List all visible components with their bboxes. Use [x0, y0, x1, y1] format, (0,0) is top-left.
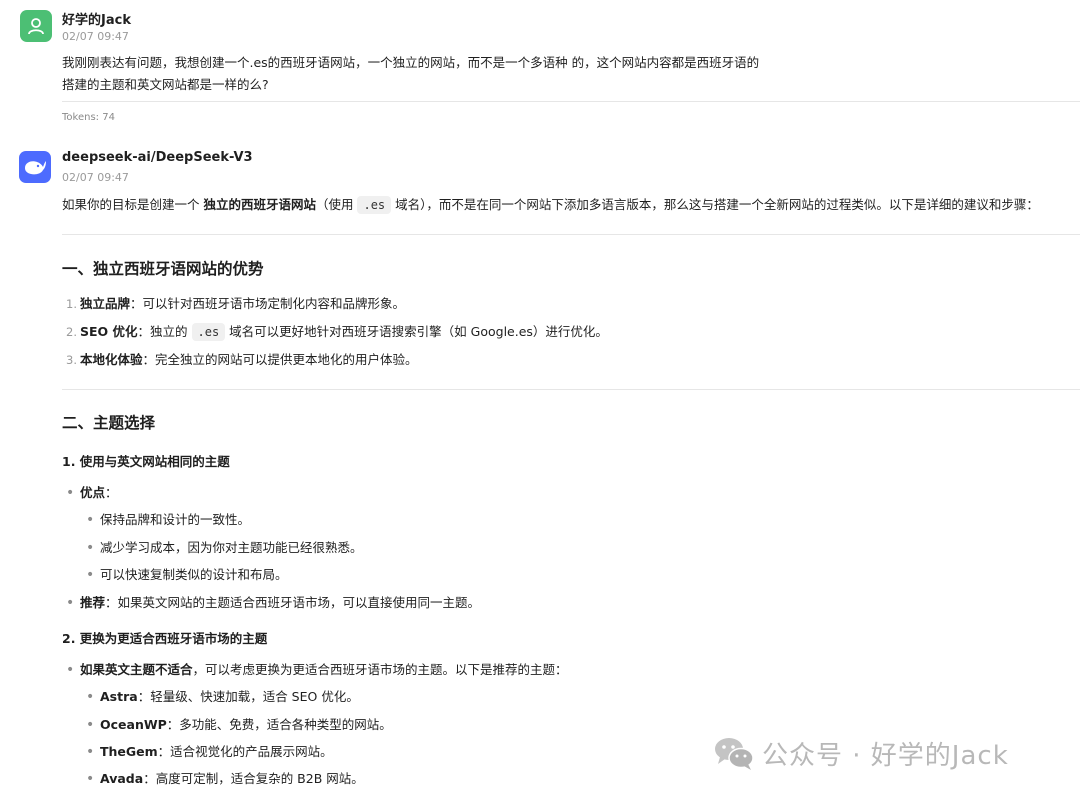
message-divider: [62, 101, 1080, 102]
list-item: 2. SEO 优化：独立的 .es 域名可以更好地针对西班牙语搜索引擎（如 Goo…: [66, 323, 608, 341]
section-divider: [62, 234, 1080, 235]
list-item: • Avada：高度可定制，适合复杂的 B2B 网站。: [86, 771, 364, 787]
section2-title: 二、主题选择: [62, 414, 156, 432]
bot-avatar: [19, 151, 51, 183]
subsection2-title: 2. 更换为更适合西班牙语市场的主题: [62, 631, 268, 646]
inline-code: .es: [191, 323, 226, 341]
list-item: • OceanWP：多功能、免费，适合各种类型的网站。: [86, 717, 392, 733]
user-message-line1: 我刚刚表达有问题，我想创建一个.es的西班牙语网站，一个独立的网站，而不是一个多…: [62, 55, 760, 70]
bullet: •: [86, 717, 95, 733]
list-item: • 优点：: [66, 485, 118, 501]
list-item: 3. 本地化体验：完全独立的网站可以提供更本地化的用户体验。: [66, 352, 418, 367]
user-name: 好学的Jack: [62, 13, 131, 28]
bullet: •: [86, 540, 95, 556]
watermark-text: 公众号 · 好学的Jack: [762, 740, 1009, 771]
watermark: 公众号 · 好学的Jack: [712, 733, 1009, 773]
list-item: • TheGem：适合视觉化的产品展示网站。: [86, 744, 333, 760]
subsection1-title: 1. 使用与英文网站相同的主题: [62, 454, 230, 469]
bullet: •: [66, 595, 75, 611]
bullet: •: [86, 689, 95, 705]
user-icon: [28, 18, 44, 35]
bullet: •: [66, 662, 75, 678]
bot-name: deepseek-ai/DeepSeek-V3: [62, 150, 253, 165]
whale-icon: [25, 161, 46, 175]
bullet: •: [66, 485, 75, 501]
bullet: •: [86, 771, 95, 787]
section1-title: 一、独立西班牙语网站的优势: [62, 260, 264, 278]
inline-code: .es: [357, 196, 392, 214]
bot-intro: 如果你的目标是创建一个 独立的西班牙语网站（使用 .es 域名），而不是在同一个…: [62, 196, 1039, 214]
user-avatar: [20, 10, 52, 42]
bullet: •: [86, 512, 95, 528]
bullet: •: [86, 567, 95, 583]
bot-message-time: 02/07 09:47: [62, 171, 129, 184]
list-item: • 保持品牌和设计的一致性。: [86, 512, 251, 528]
user-message-line2: 搭建的主题和英文网站都是一样的么?: [62, 77, 269, 92]
list-item: • Astra：轻量级、快速加载，适合 SEO 优化。: [86, 689, 359, 705]
bullet: •: [86, 744, 95, 760]
token-count: Tokens: 74: [62, 112, 115, 123]
list-item: • 推荐：如果英文网站的主题适合西班牙语市场，可以直接使用同一主题。: [66, 595, 481, 611]
user-message-time: 02/07 09:47: [62, 30, 129, 43]
wechat-icon: [715, 738, 754, 770]
list-item: • 减少学习成本，因为你对主题功能已经很熟悉。: [86, 540, 363, 556]
list-item: 1. 独立品牌：可以针对西班牙语市场定制化内容和品牌形象。: [66, 296, 406, 311]
section-divider: [62, 389, 1080, 390]
list-item: • 如果英文主题不适合，可以考虑更换为更适合西班牙语市场的主题。以下是推荐的主题：: [66, 662, 568, 678]
list-item: • 可以快速复制类似的设计和布局。: [86, 567, 288, 583]
